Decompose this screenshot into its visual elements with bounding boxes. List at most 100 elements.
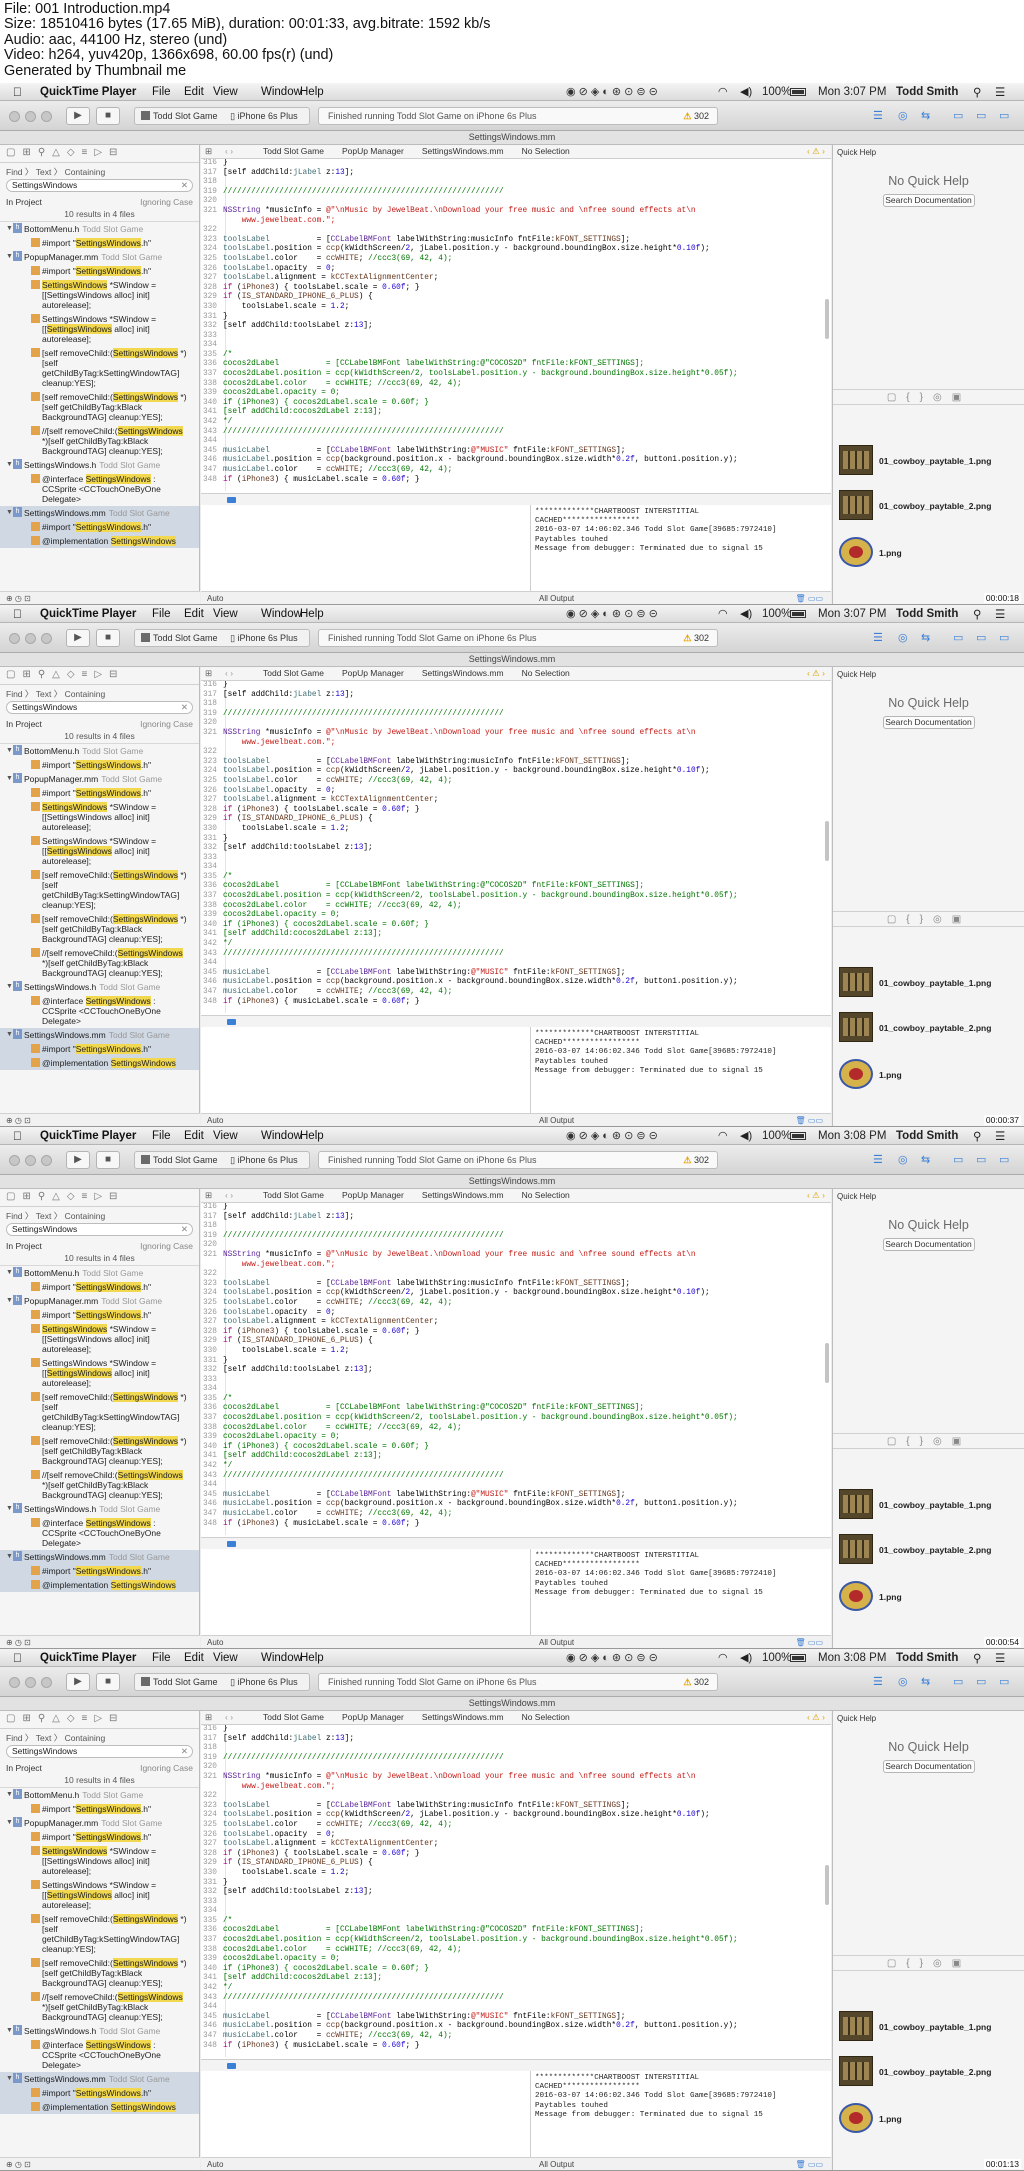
- clear-search-icon[interactable]: ✕: [181, 1746, 188, 1757]
- library-item[interactable]: 01_cowboy_paytable_1.png: [837, 2009, 1021, 2043]
- result-file[interactable]: ▼ h BottomMenu.h Todd Slot Game: [0, 222, 199, 236]
- console-output-selector[interactable]: All Output: [539, 592, 574, 604]
- result-match[interactable]: @implementation SettingsWindows: [0, 1056, 199, 1070]
- issue-navigation-icon[interactable]: ‹ ⚠ ›: [807, 1711, 825, 1724]
- search-scope[interactable]: In Project Ignoring Case: [0, 1238, 199, 1253]
- navigator-toggle-icon[interactable]: ▭: [953, 631, 963, 644]
- minimize-window-button[interactable]: [25, 1677, 36, 1688]
- breadcrumb-item[interactable]: No Selection: [522, 1712, 570, 1722]
- back-forward-icons[interactable]: ‹ ›: [225, 667, 233, 680]
- result-match[interactable]: #import "SettingsWindows.h": [0, 1830, 199, 1844]
- related-items-icon[interactable]: ⊞: [205, 667, 212, 680]
- disclosure-triangle-icon[interactable]: ▼: [6, 224, 13, 234]
- version-editor-icon[interactable]: ⇆: [921, 631, 930, 644]
- breadcrumb-item[interactable]: PopUp Manager: [342, 1712, 404, 1722]
- trash-icon[interactable]: 🗑 ▭▭: [796, 2158, 824, 2170]
- result-file[interactable]: ▼ h SettingsWindows.mm Todd Slot Game: [0, 506, 199, 520]
- ignoring-case-toggle[interactable]: Ignoring Case: [140, 1241, 193, 1251]
- user-name[interactable]: Todd Smith: [896, 608, 958, 620]
- utilities-toggle-icon[interactable]: ▭: [999, 1153, 1009, 1166]
- back-forward-icons[interactable]: ‹ ›: [225, 145, 233, 158]
- search-documentation-button[interactable]: Search Documentation: [882, 1760, 975, 1773]
- zoom-window-button[interactable]: [41, 1677, 52, 1688]
- result-file[interactable]: ▼ h SettingsWindows.h Todd Slot Game: [0, 980, 199, 994]
- console-output-selector[interactable]: All Output: [539, 1636, 574, 1648]
- debug-toggle-icon[interactable]: ▭: [976, 631, 986, 644]
- minimize-window-button[interactable]: [25, 111, 36, 122]
- result-match[interactable]: #import "SettingsWindows.h": [0, 1308, 199, 1322]
- notification-center-icon[interactable]: ☰: [995, 1129, 1005, 1143]
- find-mode-selector[interactable]: Find 〉 Text 〉 Containing: [0, 1207, 199, 1221]
- status-icons[interactable]: ◉⊘◈◐⊛⊙⊜⊝: [566, 607, 661, 620]
- navigator-toggle-icon[interactable]: ▭: [953, 109, 963, 122]
- battery-percent[interactable]: 100%: [762, 1652, 791, 1664]
- debug-toggle-icon[interactable]: ▭: [976, 109, 986, 122]
- breadcrumb-item[interactable]: Todd Slot Game: [263, 146, 324, 156]
- disclosure-triangle-icon[interactable]: ▼: [6, 1790, 13, 1800]
- breadcrumb-item[interactable]: Todd Slot Game: [263, 668, 324, 678]
- apple-icon[interactable]: : [13, 607, 22, 621]
- result-match[interactable]: SettingsWindows *SWindow = [[SettingsWin…: [0, 834, 199, 868]
- result-match[interactable]: @implementation SettingsWindows: [0, 1578, 199, 1592]
- library-item[interactable]: 01_cowboy_paytable_2.png: [837, 488, 1021, 522]
- navigator-toggle-icon[interactable]: ▭: [953, 1675, 963, 1688]
- search-scope[interactable]: In Project Ignoring Case: [0, 716, 199, 731]
- issue-navigation-icon[interactable]: ‹ ⚠ ›: [807, 667, 825, 680]
- menu-window[interactable]: Window: [261, 1130, 302, 1142]
- navigator-tab-icons[interactable]: ▢⊞⚲△◇≡▷⊟: [0, 145, 199, 163]
- menu-help[interactable]: Help: [300, 1652, 324, 1664]
- variables-scope-selector[interactable]: Auto: [207, 1636, 223, 1648]
- library-item[interactable]: 01_cowboy_paytable_2.png: [837, 2054, 1021, 2088]
- result-file[interactable]: ▼ h PopupManager.mm Todd Slot Game: [0, 1294, 199, 1308]
- result-file[interactable]: ▼ h SettingsWindows.mm Todd Slot Game: [0, 1550, 199, 1564]
- navigator-toggle-icon[interactable]: ▭: [953, 1153, 963, 1166]
- variables-scope-selector[interactable]: Auto: [207, 592, 223, 604]
- breadcrumb-item[interactable]: SettingsWindows.mm: [422, 1190, 504, 1200]
- disclosure-triangle-icon[interactable]: ▼: [6, 2074, 13, 2084]
- code-area[interactable]: 316} 317 [self addChild:jLabel z:13]; 318 31…: [201, 159, 831, 491]
- wifi-icon[interactable]: ◠: [718, 85, 728, 98]
- disclosure-triangle-icon[interactable]: ▼: [6, 1552, 13, 1562]
- notification-center-icon[interactable]: ☰: [995, 85, 1005, 99]
- find-search-input[interactable]: SettingsWindows ✕: [6, 701, 193, 714]
- navigator-filter-bar[interactable]: ⊕ ◷ ⊡: [0, 591, 200, 604]
- result-match[interactable]: SettingsWindows *SWindow = [[SettingsWin…: [0, 1844, 199, 1878]
- wifi-icon[interactable]: ◠: [718, 1129, 728, 1142]
- result-match[interactable]: //[self removeChild:(SettingsWindows *)[…: [0, 946, 199, 980]
- close-window-button[interactable]: [9, 633, 20, 644]
- library-tab-icons[interactable]: ▢{}◎▣: [833, 911, 1024, 927]
- clear-search-icon[interactable]: ✕: [181, 180, 188, 191]
- breadcrumb-item[interactable]: SettingsWindows.mm: [422, 146, 504, 156]
- breadcrumb-item[interactable]: PopUp Manager: [342, 1190, 404, 1200]
- result-match[interactable]: //[self removeChild:(SettingsWindows *)[…: [0, 1990, 199, 2024]
- result-file[interactable]: ▼ h PopupManager.mm Todd Slot Game: [0, 1816, 199, 1830]
- run-button[interactable]: ▶: [66, 629, 90, 647]
- result-match[interactable]: #import "SettingsWindows.h": [0, 2086, 199, 2100]
- menu-help[interactable]: Help: [300, 1130, 324, 1142]
- disclosure-triangle-icon[interactable]: ▼: [6, 1296, 13, 1306]
- library-tab-icons[interactable]: ▢{}◎▣: [833, 1955, 1024, 1971]
- run-button[interactable]: ▶: [66, 107, 90, 125]
- result-match[interactable]: [self removeChild:(SettingsWindows *) [s…: [0, 1390, 199, 1434]
- notification-center-icon[interactable]: ☰: [995, 607, 1005, 621]
- result-file[interactable]: ▼ h SettingsWindows.mm Todd Slot Game: [0, 1028, 199, 1042]
- breadcrumb-item[interactable]: Todd Slot Game: [263, 1190, 324, 1200]
- breakpoint-toggle-icon[interactable]: [227, 2063, 236, 2069]
- close-window-button[interactable]: [9, 1677, 20, 1688]
- editor-scrollbar[interactable]: [825, 1343, 829, 1383]
- result-match[interactable]: //[self removeChild:(SettingsWindows *)[…: [0, 424, 199, 458]
- issue-navigation-icon[interactable]: ‹ ⚠ ›: [807, 1189, 825, 1202]
- run-button[interactable]: ▶: [66, 1673, 90, 1691]
- result-match[interactable]: SettingsWindows *SWindow = [[SettingsWin…: [0, 1878, 199, 1912]
- result-match[interactable]: @interface SettingsWindows : CCSprite <C…: [0, 2038, 199, 2072]
- debug-toggle-icon[interactable]: ▭: [976, 1153, 986, 1166]
- result-file[interactable]: ▼ h PopupManager.mm Todd Slot Game: [0, 772, 199, 786]
- assistant-editor-icon[interactable]: ◎: [898, 631, 908, 644]
- result-match[interactable]: SettingsWindows *SWindow = [[SettingsWin…: [0, 1322, 199, 1356]
- zoom-window-button[interactable]: [41, 1155, 52, 1166]
- stop-button[interactable]: ■: [96, 1151, 120, 1169]
- menu-edit[interactable]: Edit: [184, 1130, 204, 1142]
- clear-search-icon[interactable]: ✕: [181, 702, 188, 713]
- result-match[interactable]: [self removeChild:(SettingsWindows *) [s…: [0, 1434, 199, 1468]
- result-match[interactable]: #import "SettingsWindows.h": [0, 758, 199, 772]
